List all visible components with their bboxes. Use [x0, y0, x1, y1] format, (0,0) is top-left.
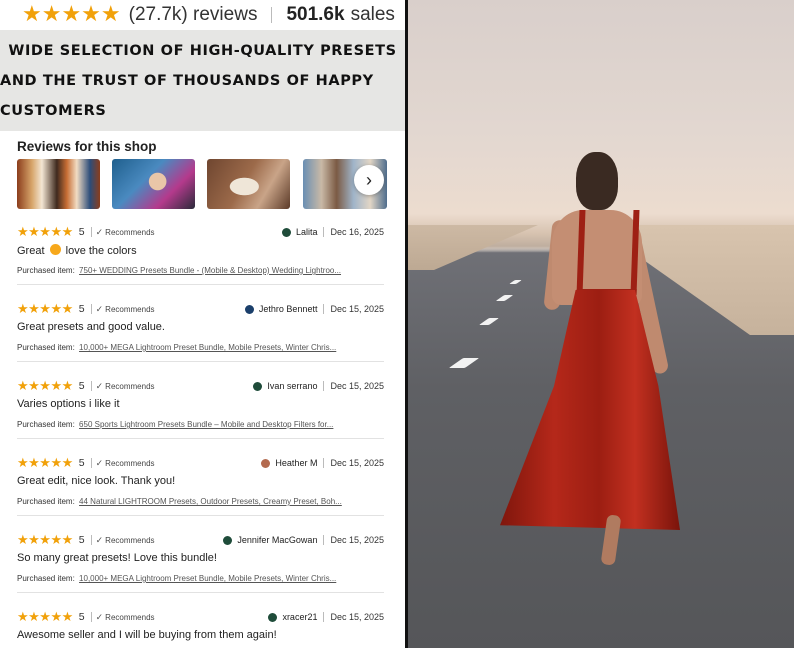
sales-count: 501.6k: [286, 4, 345, 25]
review-date: Dec 16, 2025: [330, 227, 384, 237]
review-text: Great love the colors: [17, 244, 137, 257]
check-icon: ✓: [95, 380, 104, 391]
review-photo-thumbnail[interactable]: [112, 159, 195, 209]
purchased-label: Purchased item:: [17, 497, 75, 506]
review-text: So many great presets! Love this bundle!: [17, 552, 217, 564]
purchased-item: Purchased item: 750+ WEDDING Presets Bun…: [17, 266, 384, 275]
divider: [17, 515, 384, 516]
check-icon: ✓: [95, 457, 104, 468]
avatar[interactable]: [223, 535, 233, 545]
review-item: ★★★★★ 5 ✓ Recommends Ivan serrano Dec 15…: [17, 378, 384, 455]
review-stars-icon: ★★★★★: [17, 378, 73, 394]
recommends-label: Recommends: [105, 458, 155, 468]
check-icon: ✓: [95, 226, 104, 237]
review-rating: 5: [78, 303, 85, 315]
check-icon: ✓: [95, 303, 104, 314]
review-rating: 5: [78, 611, 85, 623]
reviews-count-link[interactable]: (27.7k) reviews: [129, 4, 258, 26]
recommends-label: Recommends: [105, 304, 155, 314]
avatar[interactable]: [253, 381, 263, 391]
review-date: Dec 15, 2025: [330, 458, 384, 468]
review-photo-thumbnail[interactable]: [17, 159, 100, 209]
purchased-item-link[interactable]: 44 Natural LIGHTROOM Presets, Outdoor Pr…: [79, 497, 342, 506]
purchased-label: Purchased item:: [17, 343, 75, 352]
divider: [17, 592, 384, 593]
promo-banner: WIDE SELECTION OF HIGH-QUALITY PRESETS A…: [0, 30, 405, 131]
review-text: Great presets and good value.: [17, 321, 165, 333]
avatar[interactable]: [244, 304, 254, 314]
reviewer-name[interactable]: Jethro Bennett: [259, 304, 318, 314]
recommends-label: Recommends: [105, 381, 155, 391]
review-stars-icon: ★★★★★: [17, 609, 73, 625]
review-photo-thumbnail[interactable]: [207, 159, 290, 209]
chevron-right-icon: ›: [366, 169, 372, 190]
review-item: ★★★★★ 5 ✓ Recommends Lalita Dec 16, 2025…: [17, 224, 384, 301]
purchased-item-link[interactable]: 10,000+ MEGA Lightroom Preset Bundle, Mo…: [79, 343, 336, 352]
review-item: ★★★★★ 5 ✓ Recommends Heather M Dec 15, 2…: [17, 455, 384, 532]
reviewer-name[interactable]: Heather M: [275, 458, 317, 468]
purchased-item: Purchased item: 44 Natural LIGHTROOM Pre…: [17, 497, 384, 506]
reviewer-name[interactable]: xracer21: [282, 612, 317, 622]
recommends-label: Recommends: [105, 227, 155, 237]
product-photo: [408, 0, 794, 648]
purchased-item: Purchased item: 10,000+ MEGA Lightroom P…: [17, 574, 384, 583]
reviewer-name[interactable]: Ivan serrano: [267, 381, 317, 391]
recommends-label: Recommends: [105, 535, 155, 545]
dress-straps: [576, 210, 640, 295]
banner-line-1: WIDE SELECTION OF HIGH-QUALITY PRESETS: [8, 42, 397, 59]
review-rating: 5: [78, 457, 85, 469]
smile-emoji-icon: [49, 244, 61, 255]
review-date: Dec 15, 2025: [330, 381, 384, 391]
review-photo-carousel: ›: [17, 159, 387, 209]
shop-rating-bar: ★★★★★ (27.7k) reviews 501.6k sales: [0, 0, 405, 30]
reviewer-name[interactable]: Jennifer MacGowan: [237, 535, 317, 545]
banner-line-2: AND THE TRUST OF THOUSANDS OF HAPPY CUST…: [0, 72, 374, 119]
review-stars-icon: ★★★★★: [17, 532, 73, 548]
divider: [17, 361, 384, 362]
review-date: Dec 15, 2025: [330, 535, 384, 545]
woman-head: [576, 152, 618, 210]
purchased-label: Purchased item:: [17, 574, 75, 583]
check-icon: ✓: [95, 534, 104, 545]
reviews-section-title: Reviews for this shop: [17, 139, 157, 154]
recommends-label: Recommends: [105, 612, 155, 622]
review-rating: 5: [78, 380, 85, 392]
shop-reviews-panel: ★★★★★ (27.7k) reviews 501.6k sales WIDE …: [0, 0, 405, 648]
carousel-next-button[interactable]: ›: [354, 165, 384, 195]
purchased-item: Purchased item: 650 Sports Lightroom Pre…: [17, 420, 384, 429]
review-stars-icon: ★★★★★: [17, 301, 73, 317]
purchased-label: Purchased item:: [17, 266, 75, 275]
purchased-item-link[interactable]: 750+ WEDDING Presets Bundle - (Mobile & …: [79, 266, 341, 275]
divider: [17, 438, 384, 439]
review-stars-icon: ★★★★★: [17, 224, 73, 240]
review-date: Dec 15, 2025: [330, 304, 384, 314]
review-text: Varies options i like it: [17, 398, 120, 410]
avatar[interactable]: [261, 458, 271, 468]
check-icon: ✓: [95, 611, 104, 622]
purchased-item-link[interactable]: 10,000+ MEGA Lightroom Preset Bundle, Mo…: [79, 574, 336, 583]
review-rating: 5: [78, 534, 85, 546]
review-stars-icon: ★★★★★: [17, 455, 73, 471]
review-item: ★★★★★ 5 ✓ Recommends xracer21 Dec 15, 20…: [17, 609, 384, 648]
reviewer-name[interactable]: Lalita: [296, 227, 318, 237]
review-item: ★★★★★ 5 ✓ Recommends Jennifer MacGowan D…: [17, 532, 384, 609]
divider: [17, 284, 384, 285]
review-text: Awesome seller and I will be buying from…: [17, 629, 277, 641]
purchased-label: Purchased item:: [17, 420, 75, 429]
rating-stars-icon: ★★★★★: [22, 2, 121, 27]
review-text: Great edit, nice look. Thank you!: [17, 475, 176, 487]
avatar[interactable]: [268, 612, 278, 622]
review-date: Dec 15, 2025: [330, 612, 384, 622]
purchased-item-link[interactable]: 650 Sports Lightroom Presets Bundle – Mo…: [79, 420, 333, 429]
sales-label: sales: [350, 4, 395, 25]
review-item: ★★★★★ 5 ✓ Recommends Jethro Bennett Dec …: [17, 301, 384, 378]
review-rating: 5: [78, 226, 85, 238]
purchased-item: Purchased item: 10,000+ MEGA Lightroom P…: [17, 343, 384, 352]
avatar[interactable]: [281, 227, 291, 237]
divider: [271, 7, 273, 23]
